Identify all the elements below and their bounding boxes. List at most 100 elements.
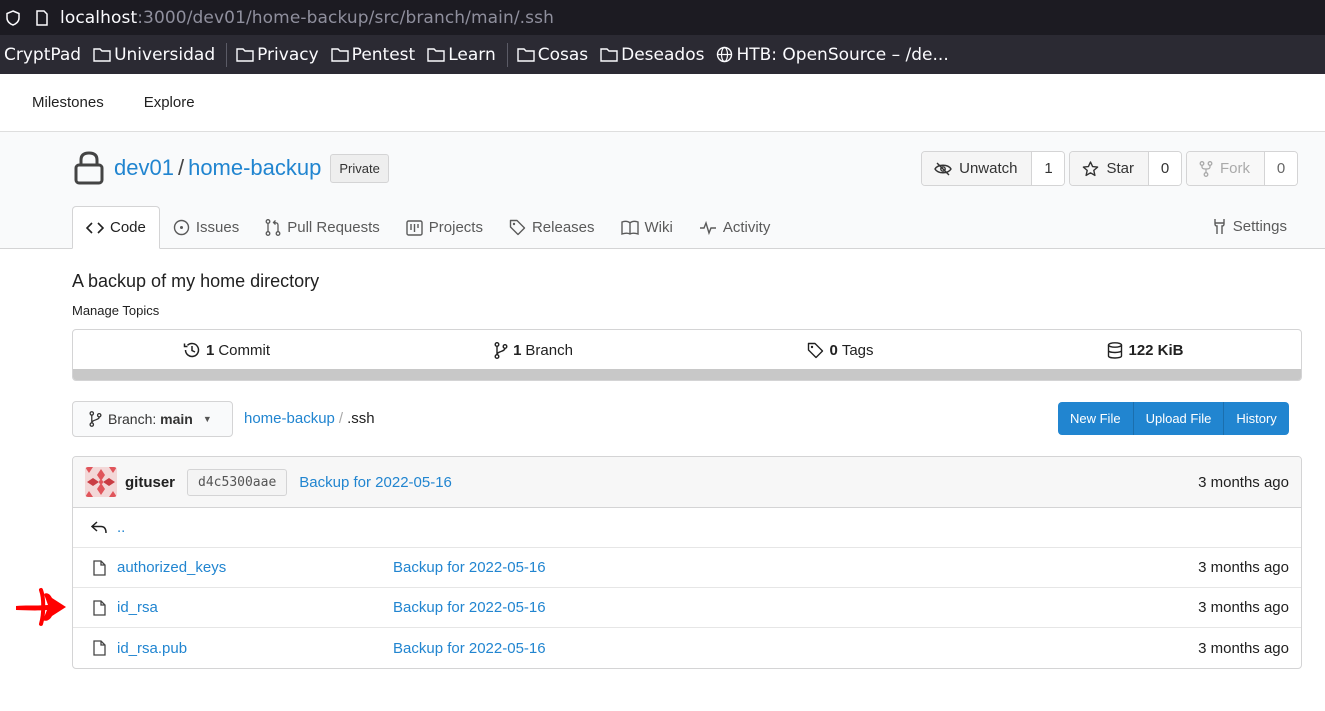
globe-icon xyxy=(717,46,733,63)
project-icon xyxy=(406,219,423,236)
tab-wiki[interactable]: Wiki xyxy=(608,206,686,249)
tab-settings-label: Settings xyxy=(1232,218,1287,235)
unwatch-button[interactable]: Unwatch xyxy=(922,152,1033,185)
nav-explore[interactable]: Explore xyxy=(144,94,195,111)
latest-commit-row: gituser d4c5300aae Backup for 2022-05-16… xyxy=(73,457,1301,508)
commits-count: 1 xyxy=(205,341,215,359)
url-text[interactable]: localhost:3000/dev01/home-backup/src/bra… xyxy=(60,8,554,28)
bookmark-separator xyxy=(506,42,508,67)
branches-stat[interactable]: 1 Branch xyxy=(380,342,687,359)
repo-slash: / xyxy=(177,155,185,180)
tags-stat[interactable]: 0 Tags xyxy=(687,342,994,359)
commit-message[interactable]: Backup for 2022-05-16 xyxy=(299,474,452,491)
tab-issues[interactable]: Issues xyxy=(160,206,252,249)
tab-releases[interactable]: Releases xyxy=(496,206,608,249)
file-name-link[interactable]: authorized_keys xyxy=(117,559,393,576)
bookmark-label: Universidad xyxy=(114,44,216,65)
repo-action-buttons: Unwatch 1 Star 0 Fork 0 xyxy=(917,151,1298,186)
folder-icon xyxy=(517,48,535,62)
file-name-link[interactable]: id_rsa.pub xyxy=(117,640,393,657)
repo-name-link[interactable]: home-backup xyxy=(188,155,321,181)
top-navigation: Milestones Explore xyxy=(0,74,1325,132)
file-commit-message[interactable]: Backup for 2022-05-16 xyxy=(393,640,546,657)
history-button[interactable]: History xyxy=(1224,402,1288,435)
database-icon xyxy=(1108,341,1123,359)
tab-pull-requests[interactable]: Pull Requests xyxy=(252,206,393,249)
caret-down-icon: ▼ xyxy=(202,414,212,424)
commit-author[interactable]: gituser xyxy=(125,474,175,491)
repo-tabs: Code Issues Pull Requests Projects Relea… xyxy=(72,206,783,249)
eye-slash-icon xyxy=(934,162,952,175)
star-label: Star xyxy=(1106,160,1134,177)
red-arrow-annotation xyxy=(16,588,66,626)
bookmark-separator xyxy=(226,42,228,67)
commits-stat[interactable]: 1 Commit xyxy=(73,341,380,359)
watchers-count[interactable]: 1 xyxy=(1032,152,1065,185)
bookmark-label: Pentest xyxy=(351,44,416,65)
tab-projects-label: Projects xyxy=(428,219,483,236)
file-age: 3 months ago xyxy=(1198,639,1289,657)
breadcrumb-separator: / xyxy=(338,410,344,427)
repo-description: A backup of my home directory xyxy=(72,271,320,291)
folder-icon xyxy=(93,48,111,62)
commits-label: Commit xyxy=(218,341,270,359)
pulse-icon xyxy=(699,220,716,235)
new-file-button[interactable]: New File xyxy=(1058,402,1134,435)
star-icon xyxy=(1083,160,1099,176)
breadcrumb-repo-link[interactable]: home-backup xyxy=(244,410,335,427)
history-icon xyxy=(183,342,200,358)
commit-sha[interactable]: d4c5300aae xyxy=(187,468,288,496)
repo-header: dev01 / home-backup Private Unwatch 1 St… xyxy=(0,132,1325,249)
bookmark-privacy[interactable]: Privacy xyxy=(236,45,319,65)
reply-arrow-icon xyxy=(91,521,107,534)
bookmark-deseados[interactable]: Deseados xyxy=(600,45,704,65)
book-icon xyxy=(620,220,639,235)
shield-icon[interactable] xyxy=(3,9,23,26)
bookmark-universidad[interactable]: Universidad xyxy=(93,45,215,65)
browser-url-bar[interactable]: localhost:3000/dev01/home-backup/src/bra… xyxy=(0,0,1325,35)
tab-code[interactable]: Code xyxy=(72,206,160,249)
repo-stats: 1 Commit 1 Branch 0 Tags 122 KiB xyxy=(72,329,1302,381)
tab-projects[interactable]: Projects xyxy=(393,206,496,249)
language-bar[interactable] xyxy=(73,369,1301,380)
stars-count[interactable]: 0 xyxy=(1149,152,1181,185)
tab-issues-label: Issues xyxy=(195,219,240,236)
parent-dir-row[interactable]: .. xyxy=(73,508,1301,548)
tab-code-label: Code xyxy=(110,219,146,236)
bookmark-label: CryptPad xyxy=(4,44,82,65)
bookmark-htb-opensource[interactable]: HTB: OpenSource – /de... xyxy=(716,45,949,65)
parent-dir-link[interactable]: .. xyxy=(117,519,125,536)
bookmark-pentest[interactable]: Pentest xyxy=(330,44,416,65)
bookmark-cryptpad[interactable]: CryptPad xyxy=(4,45,81,65)
folder-icon xyxy=(427,48,445,62)
tag-icon xyxy=(509,219,526,236)
tab-activity[interactable]: Activity xyxy=(686,206,784,249)
file-name-link[interactable]: id_rsa xyxy=(117,599,393,616)
tag-icon xyxy=(808,342,824,358)
file-commit-message[interactable]: Backup for 2022-05-16 xyxy=(393,599,546,616)
star-button[interactable]: Star xyxy=(1070,152,1149,185)
folder-icon xyxy=(600,48,618,62)
file-row[interactable]: id_rsa.pub Backup for 2022-05-16 3 month… xyxy=(73,628,1301,668)
repo-size: 122 KiB xyxy=(1128,341,1184,359)
upload-file-button[interactable]: Upload File xyxy=(1134,402,1225,435)
file-table: gituser d4c5300aae Backup for 2022-05-16… xyxy=(72,456,1302,669)
bookmark-learn[interactable]: Learn xyxy=(427,45,496,65)
tab-settings[interactable]: Settings xyxy=(1212,205,1287,248)
forks-count[interactable]: 0 xyxy=(1265,152,1297,185)
repo-title: dev01 / home-backup Private xyxy=(72,150,389,186)
file-commit-message[interactable]: Backup for 2022-05-16 xyxy=(393,559,546,576)
repo-owner-link[interactable]: dev01 xyxy=(114,155,174,181)
file-icon xyxy=(91,640,107,656)
manage-topics-link[interactable]: Manage Topics xyxy=(72,303,159,318)
avatar[interactable] xyxy=(85,467,117,497)
branch-dropdown[interactable]: Branch: main ▼ xyxy=(72,401,233,437)
file-row[interactable]: authorized_keys Backup for 2022-05-16 3 … xyxy=(73,548,1301,588)
bookmark-label: Privacy xyxy=(257,44,319,65)
file-row[interactable]: id_rsa Backup for 2022-05-16 3 months ag… xyxy=(73,588,1301,628)
tab-releases-label: Releases xyxy=(531,219,595,236)
nav-milestones[interactable]: Milestones xyxy=(32,94,104,111)
star-button-group: Star 0 xyxy=(1069,151,1182,186)
bookmark-cosas[interactable]: Cosas xyxy=(517,45,588,65)
fork-button[interactable]: Fork xyxy=(1187,152,1265,185)
